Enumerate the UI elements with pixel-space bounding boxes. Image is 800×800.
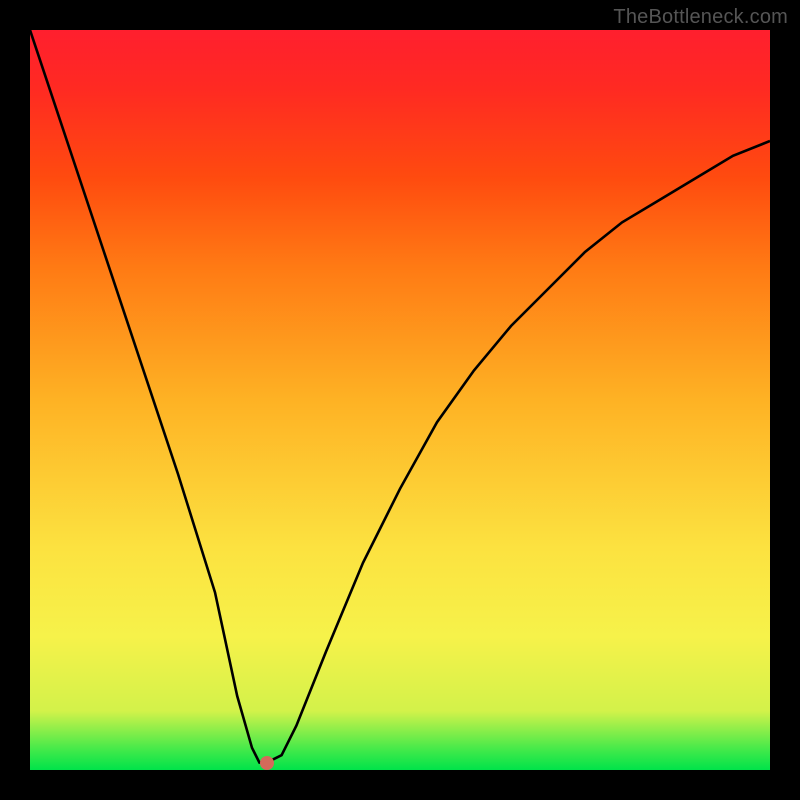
chart-frame: TheBottleneck.com	[0, 0, 800, 800]
curve-svg	[30, 30, 770, 770]
optimal-point-marker	[260, 756, 274, 770]
watermark-text: TheBottleneck.com	[613, 6, 788, 29]
bottleneck-curve-path	[30, 30, 770, 763]
plot-area	[30, 30, 770, 770]
